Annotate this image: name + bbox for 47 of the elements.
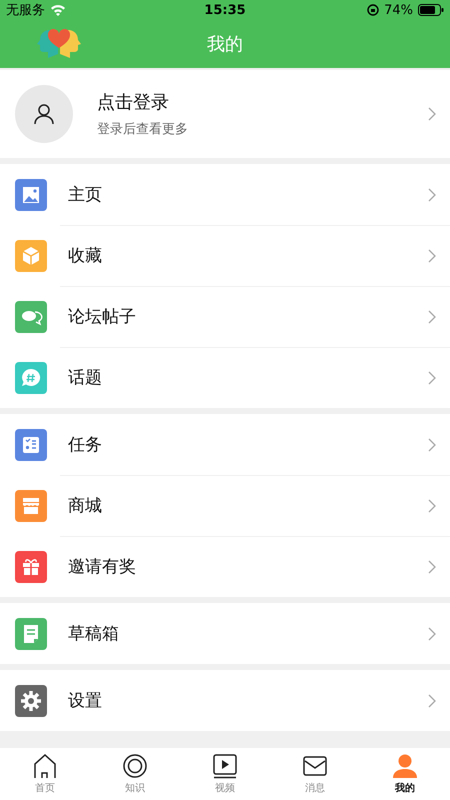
login-hint: 登录后查看更多 bbox=[97, 121, 189, 138]
menu-label: 主页 bbox=[68, 184, 103, 206]
menu-label: 设置 bbox=[68, 690, 103, 712]
chevron-icon bbox=[428, 498, 436, 512]
tab[interactable]: 知识 bbox=[90, 748, 180, 800]
menu-label: 收藏 bbox=[68, 245, 103, 267]
menu-label: 论坛帖子 bbox=[68, 306, 137, 328]
menu-item[interactable]: 邀请有奖 bbox=[0, 536, 450, 597]
menu-label: 邀请有奖 bbox=[68, 556, 137, 578]
menu-label: 草稿箱 bbox=[68, 623, 120, 645]
chevron-icon bbox=[428, 626, 436, 640]
chevron-icon bbox=[428, 248, 436, 262]
video-icon bbox=[212, 753, 238, 779]
home-icon bbox=[32, 753, 58, 779]
menu-label: 话题 bbox=[68, 367, 103, 389]
menu-label: 商城 bbox=[68, 495, 103, 517]
menu-item[interactable]: 任务 bbox=[0, 414, 450, 475]
page-title: 我的 bbox=[207, 33, 243, 56]
menu-item[interactable]: 设置 bbox=[0, 670, 450, 731]
ring-icon bbox=[122, 753, 148, 779]
login-row[interactable]: 点击登录 登录后查看更多 bbox=[0, 70, 450, 158]
menu-item[interactable]: 收藏 bbox=[0, 225, 450, 286]
tab[interactable]: 消息 bbox=[270, 748, 360, 800]
chevron-icon bbox=[428, 188, 436, 202]
menu-label: 任务 bbox=[68, 434, 103, 456]
tab[interactable]: 首页 bbox=[0, 748, 90, 800]
menu-item[interactable]: 话题 bbox=[0, 347, 450, 408]
clock-text: 15:35 bbox=[204, 2, 246, 18]
tab[interactable]: 我的 bbox=[360, 748, 450, 800]
battery-icon bbox=[418, 4, 444, 16]
chevron-icon bbox=[428, 560, 436, 574]
menu-item[interactable]: 主页 bbox=[0, 164, 450, 225]
chevron-icon bbox=[428, 438, 436, 452]
chevron-icon bbox=[428, 107, 436, 121]
menu-item[interactable]: 论坛帖子 bbox=[0, 286, 450, 347]
menu-item[interactable]: 草稿箱 bbox=[0, 603, 450, 664]
menu-item[interactable]: 商城 bbox=[0, 475, 450, 536]
person-icon bbox=[392, 753, 418, 779]
tab[interactable]: 视频 bbox=[180, 748, 270, 800]
chevron-icon bbox=[428, 310, 436, 324]
battery-percent: 74% bbox=[384, 2, 413, 18]
chevron-icon bbox=[428, 694, 436, 708]
carrier-text: 无服务 bbox=[6, 2, 45, 19]
rotation-lock-icon bbox=[367, 4, 380, 16]
wifi-icon bbox=[50, 4, 66, 16]
chevron-icon bbox=[428, 370, 436, 384]
login-title: 点击登录 bbox=[97, 91, 170, 114]
